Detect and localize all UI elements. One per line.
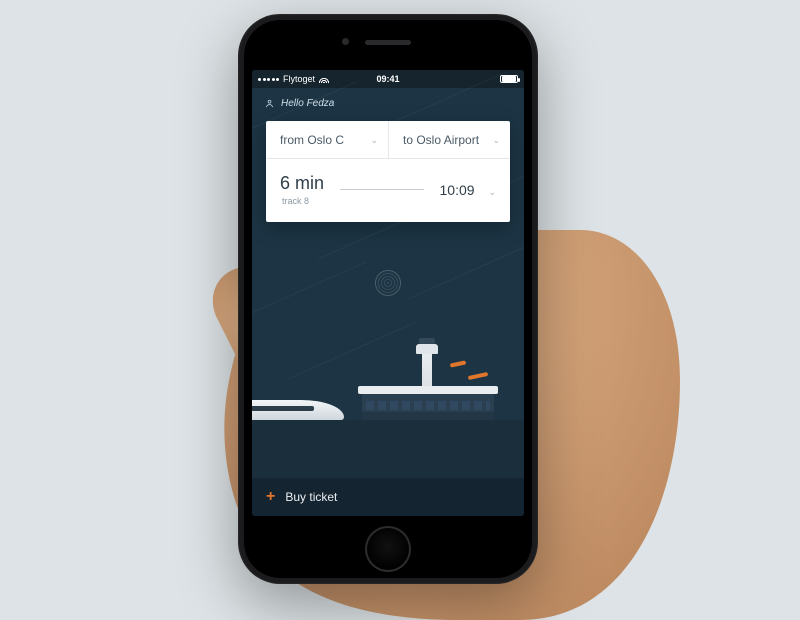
battery-icon <box>500 75 518 83</box>
station-row: from Oslo C ⌄ to Oslo Airport ⌄ <box>266 121 510 159</box>
wifi-icon <box>319 75 329 83</box>
to-station-select[interactable]: to Oslo Airport ⌄ <box>388 121 510 158</box>
home-button[interactable] <box>365 526 411 572</box>
greeting-text: Hello Fedza <box>281 98 334 109</box>
airport-terminal-icon <box>362 378 494 420</box>
time-row: 6 min track 8 10:09 ⌄ <box>266 159 510 222</box>
chevron-down-icon: ⌄ <box>492 136 500 145</box>
chevron-down-icon: ⌄ <box>488 187 496 197</box>
buy-ticket-label: Buy ticket <box>285 490 337 504</box>
app-screen: Flytoget 09:41 Hello Fedza from Oslo C ⌄ <box>252 70 524 516</box>
journey-line <box>340 189 424 190</box>
plus-icon: + <box>266 489 275 505</box>
track-label: track 8 <box>280 196 324 206</box>
from-station-label: from Oslo C <box>280 133 344 147</box>
to-station-label: to Oslo Airport <box>403 133 479 147</box>
journey-card: from Oslo C ⌄ to Oslo Airport ⌄ 6 min tr… <box>266 121 510 222</box>
airplane-icon <box>450 360 466 367</box>
signal-strength-icon <box>258 78 279 81</box>
buy-ticket-button[interactable]: + Buy ticket <box>252 478 524 516</box>
phone-camera <box>342 38 349 45</box>
status-bar: Flytoget 09:41 <box>252 70 524 88</box>
chevron-down-icon: ⌄ <box>370 136 378 145</box>
landscape-illustration <box>252 308 524 478</box>
phone-device-frame: Flytoget 09:41 Hello Fedza from Oslo C ⌄ <box>238 14 538 584</box>
clock: 09:41 <box>376 74 399 84</box>
arrival-time: 10:09 <box>440 182 475 198</box>
departure-block: 6 min track 8 <box>280 173 324 206</box>
phone-speaker <box>365 40 411 45</box>
person-icon <box>264 98 275 109</box>
greeting-row: Hello Fedza <box>252 88 524 117</box>
from-station-select[interactable]: from Oslo C ⌄ <box>266 121 388 158</box>
departure-countdown: 6 min <box>280 173 324 194</box>
train-icon <box>252 400 344 420</box>
radar-icon <box>375 270 401 296</box>
arrival-time-select[interactable]: 10:09 ⌄ <box>440 182 496 198</box>
carrier-label: Flytoget <box>283 74 315 84</box>
